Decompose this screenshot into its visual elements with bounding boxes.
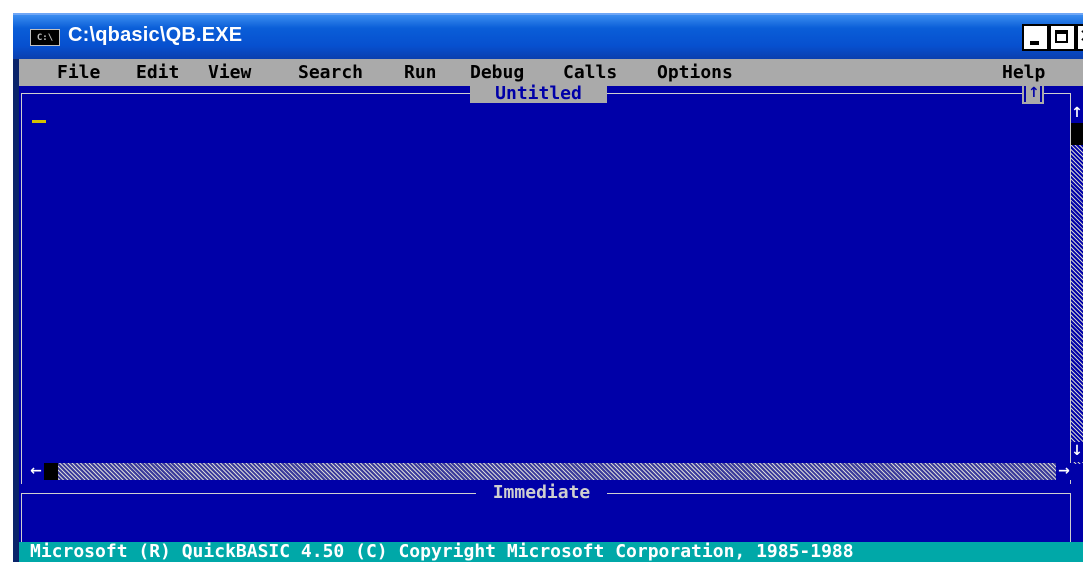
menu-help[interactable]: Help [1002,64,1045,82]
scroll-left-arrow-icon[interactable]: ← [28,463,44,480]
scroll-down-arrow-icon[interactable]: ↓ [1071,442,1083,462]
status-text: Microsoft (R) QuickBASIC 4.50 (C) Copyri… [30,541,854,562]
code-editor[interactable] [23,104,1069,462]
menu-edit[interactable]: Edit [136,64,179,82]
editor-frame-left [21,93,22,484]
immediate-title: Immediate [476,483,607,503]
editor-title: Untitled [470,84,607,104]
window-title: C:\qbasic\QB.EXE [68,24,243,46]
up-arrow-icon: ↑ [1028,85,1040,101]
immediate-frame-left [21,493,22,542]
status-bar: Microsoft (R) QuickBASIC 4.50 (C) Copyri… [19,542,1083,562]
text-cursor [32,120,46,123]
window-titlebar[interactable]: C:\ C:\qbasic\QB.EXE [13,13,1083,59]
menu-bar: File Edit View Search Run Debug Calls Op… [19,59,1083,86]
menu-options[interactable]: Options [657,64,733,82]
minimize-button[interactable] [1022,24,1049,51]
horizontal-scrollbar[interactable] [46,463,1062,480]
scroll-up-arrow-icon[interactable]: ↑ [1071,104,1083,124]
menu-debug[interactable]: Debug [470,64,524,82]
menu-file[interactable]: File [57,64,100,82]
editor-frame-top-left [21,93,470,94]
immediate-frame-right [1070,493,1071,542]
vertical-scroll-thumb[interactable] [1071,123,1083,145]
close-button[interactable] [1076,24,1083,51]
editor-frame-top-mid [607,93,1022,94]
editor-maximize-icon[interactable]: ↑ [1022,84,1044,104]
vertical-scrollbar[interactable] [1071,104,1083,464]
scroll-right-arrow-icon[interactable]: → [1056,463,1072,480]
menu-run[interactable]: Run [404,64,437,82]
console-icon[interactable]: C:\ [30,29,60,46]
menu-view[interactable]: View [208,64,251,82]
menu-calls[interactable]: Calls [563,64,617,82]
menu-search[interactable]: Search [298,64,363,82]
maximize-button[interactable] [1049,24,1076,51]
immediate-window[interactable] [23,504,1069,541]
horizontal-scroll-thumb[interactable] [44,463,58,480]
editor-frame-top-right [1044,93,1071,94]
